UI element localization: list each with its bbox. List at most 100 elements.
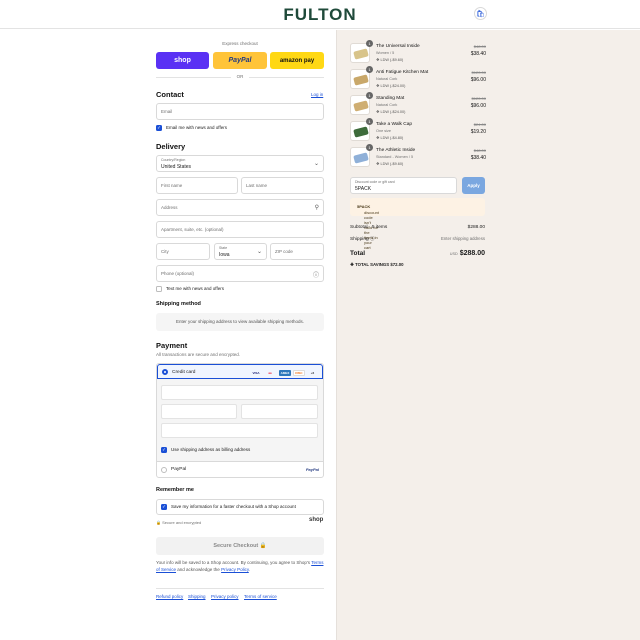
- login-link[interactable]: Log in: [311, 92, 323, 97]
- product-image: [353, 100, 369, 112]
- product-name: The Athletic Inside: [376, 148, 416, 153]
- email-news-checkbox[interactable]: ✓: [156, 125, 162, 131]
- remember-me-heading: Remember me: [156, 487, 194, 493]
- more-cards-badge: +6: [310, 371, 315, 375]
- country-select[interactable]: Country/Region United States ⌄: [156, 155, 324, 172]
- card-expiry-field[interactable]: [161, 404, 237, 419]
- help-icon[interactable]: ⓘ: [370, 236, 375, 241]
- product-name: The Universal Inside: [376, 44, 420, 49]
- or-label: OR: [236, 74, 244, 79]
- secure-label: Secure and encrypted: [162, 520, 202, 525]
- product-variant: Natural Cork: [376, 77, 398, 81]
- original-price: $120.00: [471, 70, 486, 75]
- paypal-radio[interactable]: [161, 467, 167, 473]
- original-price: $48.00: [473, 44, 486, 49]
- phone-field[interactable]: Phone (optional) ⓘ: [156, 265, 324, 282]
- save-info-option[interactable]: ✓ Save my information for a faster check…: [156, 499, 324, 515]
- product-name: Standing Mat: [376, 96, 405, 101]
- zip-field[interactable]: ZIP code: [270, 243, 324, 260]
- secure-checkout-label: Secure Checkout: [213, 543, 259, 549]
- city-field[interactable]: City: [156, 243, 210, 260]
- legal-text: Your info will be saved to a Shop accoun…: [156, 560, 324, 573]
- last-name-field[interactable]: Last name: [241, 177, 324, 194]
- last-name-placeholder: Last name: [246, 183, 268, 188]
- refund-policy-link[interactable]: Refund policy: [156, 594, 183, 599]
- discover-icon: DISC: [293, 370, 305, 376]
- subtotal-value: $288.00: [467, 225, 485, 230]
- help-icon[interactable]: ⓘ: [313, 270, 319, 279]
- subtotal-label: Subtotal · 5 items: [350, 225, 388, 230]
- address-placeholder: Address: [161, 205, 178, 210]
- product-variant: Women / 5: [376, 51, 395, 55]
- quantity-badge: 1: [366, 144, 373, 151]
- total-value: $288.00: [459, 250, 485, 257]
- save-info-label: Save my information for a faster checkou…: [171, 504, 296, 509]
- country-label: Country/Region: [161, 158, 186, 162]
- product-image: [353, 48, 369, 60]
- shop-pay-button[interactable]: shop: [156, 52, 209, 69]
- quantity-badge: 1: [366, 118, 373, 125]
- amazon-pay-button[interactable]: amazon pay: [270, 52, 324, 69]
- secure-checkout-button[interactable]: Secure Checkout 🔒: [156, 537, 324, 555]
- address-field[interactable]: Address ⚲: [156, 199, 324, 216]
- express-checkout-label: Express checkout: [222, 41, 258, 46]
- order-summary: 1 The Universal Inside Women / 5 ❖ LDW (-$9…: [336, 30, 640, 640]
- delivery-heading: Delivery: [156, 142, 186, 151]
- credit-card-form: ✓ Use shipping address as billing addres…: [157, 379, 323, 461]
- error-code: 5PACK: [357, 204, 371, 209]
- email-field[interactable]: Email: [156, 103, 324, 120]
- card-cvv-field[interactable]: [241, 404, 318, 419]
- billing-address-label: Use shipping address as billing address: [171, 447, 251, 452]
- state-value: Iowa: [219, 252, 230, 258]
- shipping-method-box: Enter your shipping address to view avai…: [156, 313, 324, 331]
- product-variant: Standard - Women / 5: [376, 155, 414, 159]
- paypal-logo: PayPal: [305, 467, 319, 472]
- country-value: United States: [161, 164, 192, 170]
- cart-item: 1 Standing Mat Natural Cork ❖ LDW (-$24.00)…: [350, 92, 486, 119]
- savings-label: TOTAL SAVINGS: [355, 262, 390, 267]
- checkout-form: Express checkout shop PayPal amazon pay …: [0, 30, 336, 640]
- product-image: [353, 152, 369, 164]
- privacy-link[interactable]: Privacy Policy: [221, 567, 249, 572]
- tag-icon: ❖: [376, 58, 380, 62]
- shipping-method-message: Enter your shipping address to view avai…: [175, 319, 305, 324]
- tag-icon: ❖: [376, 136, 380, 140]
- discount-field[interactable]: Discount code or gift card 5PACK: [350, 177, 457, 194]
- footer-divider: [156, 588, 324, 589]
- city-placeholder: City: [161, 249, 169, 254]
- state-select[interactable]: State Iowa ⌄: [214, 243, 267, 260]
- product-discount: ❖ LDW (-$9.60): [376, 162, 404, 166]
- paypal-button[interactable]: PayPal: [213, 52, 267, 69]
- cart-item: 1 The Athletic Inside Standard - Women / 5…: [350, 144, 486, 171]
- apply-discount-button[interactable]: Apply: [462, 177, 485, 194]
- product-name: Anti Fatigue Kitchen Mat: [376, 70, 429, 75]
- cart-button[interactable]: 🛍: [474, 7, 487, 20]
- product-image: [353, 74, 369, 86]
- text-news-checkbox[interactable]: [156, 286, 162, 292]
- product-name: Take a Walk Cap: [376, 122, 413, 127]
- store-logo[interactable]: FULTON: [0, 5, 640, 25]
- billing-address-checkbox[interactable]: ✓: [161, 447, 167, 453]
- tag-icon: ❖: [376, 84, 380, 88]
- shipping-link[interactable]: Shipping: [188, 594, 206, 599]
- original-price: $48.00: [473, 148, 486, 153]
- save-info-checkbox[interactable]: ✓: [161, 504, 167, 510]
- first-name-field[interactable]: First name: [156, 177, 238, 194]
- or-divider: OR: [156, 74, 324, 80]
- credit-card-radio[interactable]: [162, 369, 168, 375]
- product-discount: ❖ LDW (-$24.00): [376, 84, 406, 88]
- paypal-option[interactable]: PayPal PayPal: [157, 461, 323, 478]
- card-number-field[interactable]: [161, 385, 318, 400]
- text-news-label: Text me with news and offers: [166, 286, 224, 291]
- card-name-field[interactable]: [161, 423, 318, 438]
- apartment-field[interactable]: Apartment, suite, etc. (optional): [156, 221, 324, 238]
- apartment-placeholder: Apartment, suite, etc. (optional): [161, 227, 224, 232]
- header: FULTON 🛍: [0, 0, 640, 29]
- sale-price: $19.20: [470, 129, 486, 135]
- tag-icon: ❖: [350, 262, 354, 267]
- privacy-policy-link[interactable]: Privacy policy: [211, 594, 239, 599]
- credit-card-option[interactable]: Credit card VISA ●● AMEX DISC +6: [157, 364, 323, 379]
- product-image: [353, 126, 369, 138]
- quantity-badge: 1: [366, 66, 373, 73]
- terms-of-service-link[interactable]: Terms of service: [244, 594, 277, 599]
